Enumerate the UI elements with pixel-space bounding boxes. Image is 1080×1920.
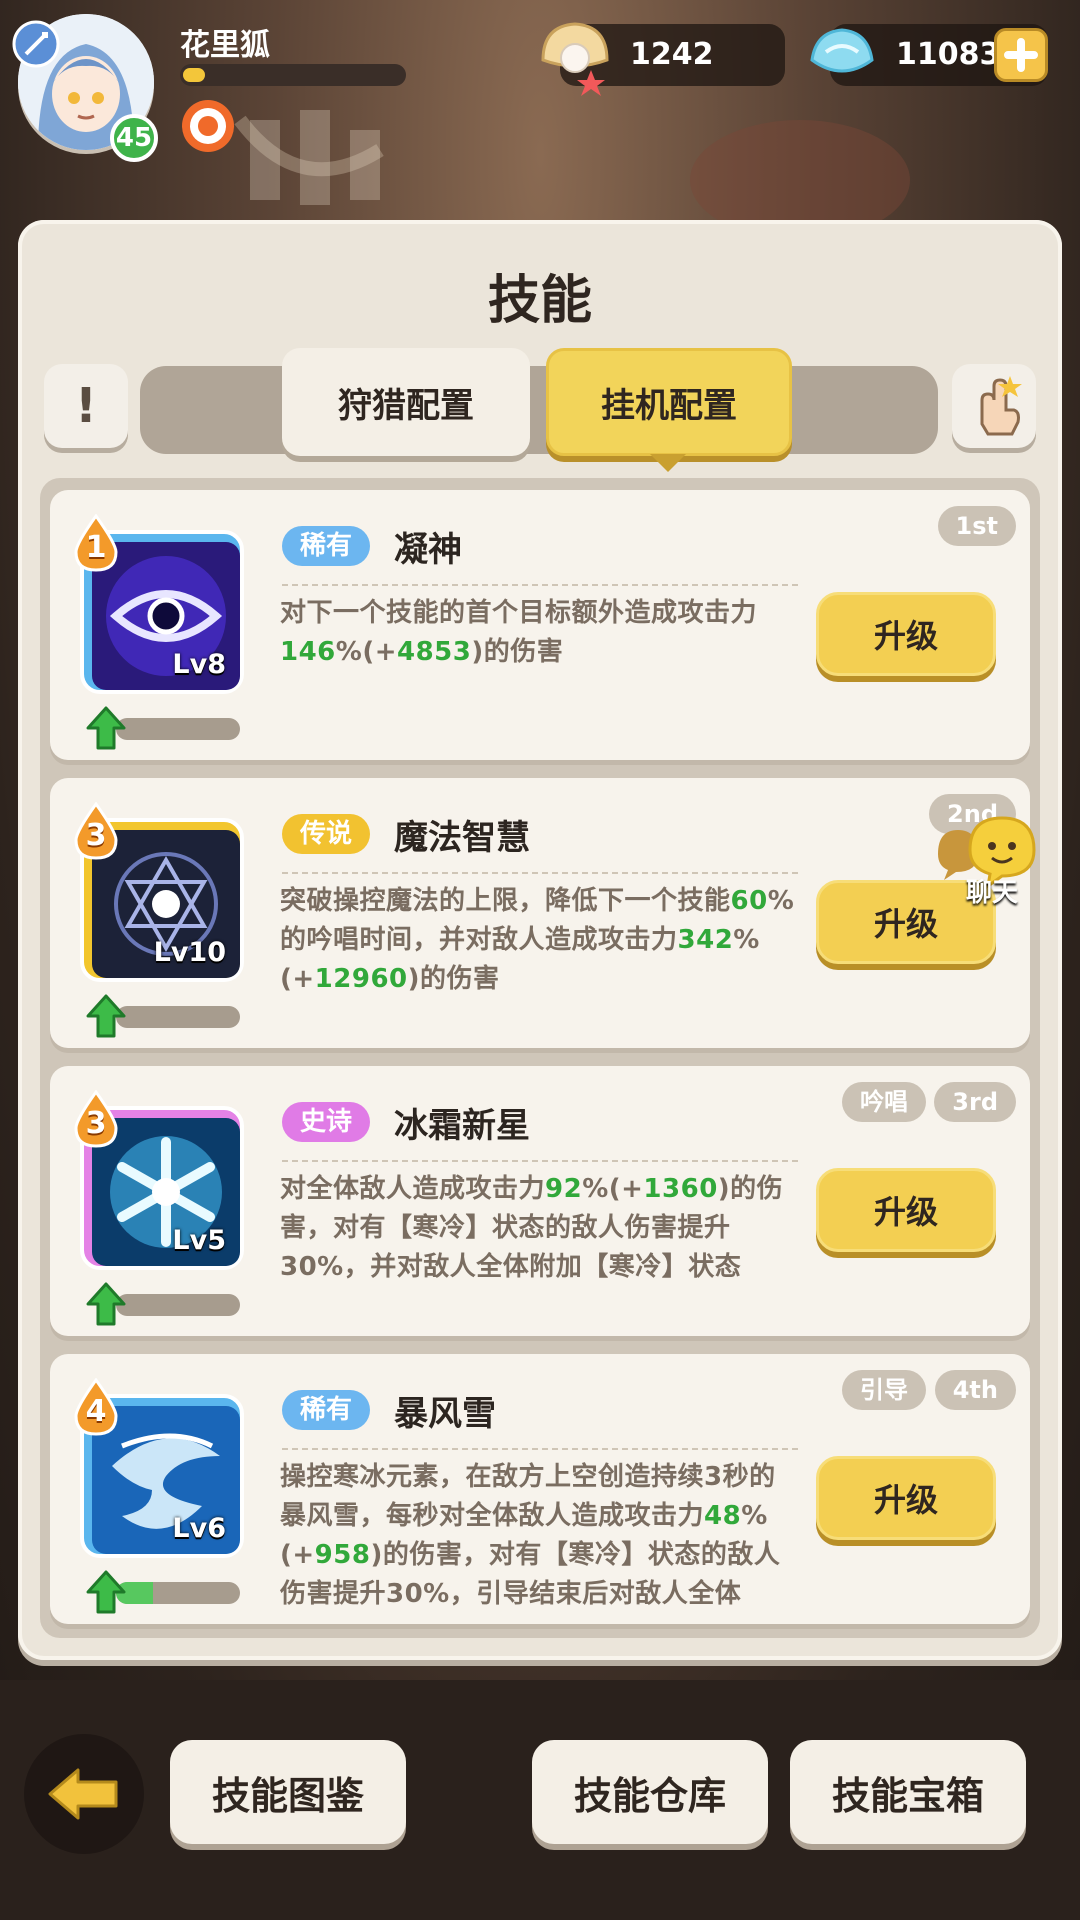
skill-type-badge: 吟唱 (842, 1082, 926, 1122)
skill-description: 对下一个技能的首个目标额外造成攻击力146%(+4853)的伤害 (280, 598, 758, 667)
back-arrow-icon (48, 1768, 118, 1820)
skill-slot-number: 1 (85, 530, 107, 565)
skill-upgrade-progress (116, 1582, 240, 1604)
upgrade-arrow-icon (86, 1570, 126, 1614)
skill-slot-badge: 4 (72, 1377, 120, 1436)
pearl-amount: 1242 (630, 37, 714, 72)
plus-icon (1004, 38, 1038, 72)
skill-slot-badge: 3 (72, 1089, 120, 1148)
skill-type-badge: 引导 (842, 1370, 926, 1410)
panel-title: 技能 (487, 271, 592, 331)
skill-upgrade-progress (116, 1006, 240, 1028)
skill-rarity-tag: 史诗 (282, 1102, 371, 1142)
exp-bar-fill (183, 68, 205, 82)
tab-track (140, 366, 938, 454)
skill-level: Lv5 (172, 1225, 226, 1256)
skill-slot-number: 3 (85, 1106, 107, 1141)
exp-bar (180, 64, 406, 86)
crystal-icon (810, 28, 874, 73)
skill-storage-button[interactable]: 技能仓库 (532, 1740, 768, 1844)
skill-description: 操控寒冰元素，在敌方上空创造持续3秒的暴风雪，每秒对全体敌人造成攻击力48%(+… (280, 1462, 781, 1609)
skill-order-badge: 3rd (934, 1082, 1016, 1122)
upgrade-button[interactable]: 升级 (816, 592, 996, 676)
skill-description: 对全体敌人造成攻击力92%(+1360)的伤害，对有【寒冷】状态的敌人伤害提升3… (280, 1174, 784, 1282)
skill-codex-button[interactable]: 技能图鉴 (170, 1740, 406, 1844)
divider (282, 1448, 798, 1450)
tap-guide-button[interactable] (952, 364, 1036, 448)
skill-description: 突破操控魔法的上限，降低下一个技能60%的吟唱时间，并对敌人造成攻击力342%(… (280, 886, 795, 994)
skill-card[interactable]: Lv5 3 史诗 冰霜新星对全体敌人造成攻击力92%(+1360)的伤害，对有【寒冷】… (50, 1066, 1030, 1336)
skill-order-badge: 1st (937, 506, 1016, 546)
skill-card[interactable]: Lv6 4 稀有 暴风雪操控寒冰元素，在敌方上空创造持续3秒的暴风雪，每秒对全体敌人造… (50, 1354, 1030, 1624)
crystal-amount: 11083 (896, 37, 1001, 72)
upgrade-arrow-icon (86, 994, 126, 1038)
skill-list[interactable]: Lv8 1 稀有 凝神 对下一个技能的首个目标额外造成攻击力146%(+4853)的伤害… (40, 478, 1040, 1638)
add-currency-button[interactable] (994, 28, 1048, 82)
info-button[interactable]: ! (44, 364, 128, 448)
skill-slot-number: 4 (85, 1394, 107, 1429)
divider (282, 1160, 798, 1162)
pointing-hand-icon (980, 376, 1022, 436)
pearl-shell-icon (541, 22, 609, 96)
skill-upgrade-progress (116, 1294, 240, 1316)
skill-card[interactable]: Lv10 3 传说 魔法智慧突破操控魔法的上限，降低下一个技能60%的吟唱时间，并对敌… (50, 778, 1030, 1048)
skill-card[interactable]: Lv8 1 稀有 凝神对下一个技能的首个目标额外造成攻击力146%(+4853)的伤害… (50, 490, 1030, 760)
upgrade-button[interactable]: 升级 (816, 1456, 996, 1540)
exclamation-icon: ! (75, 378, 97, 434)
skill-level: Lv8 (172, 649, 226, 680)
player-level-badge: 45 (110, 114, 158, 162)
skill-name: 魔法智慧 (394, 818, 530, 858)
tab-hunt-config[interactable]: 狩猎配置 (282, 348, 530, 456)
skill-slot-badge: 1 (72, 513, 120, 572)
upgrade-arrow-icon (86, 706, 126, 750)
skill-level: Lv6 (172, 1513, 226, 1544)
skill-level: Lv10 (153, 937, 226, 968)
player-name: 花里狐 (180, 28, 270, 63)
guild-emblem-icon[interactable] (180, 98, 236, 154)
chat-label: 聊天 (965, 878, 1018, 908)
skill-slot-number: 3 (85, 818, 107, 853)
tab-idle-config[interactable]: 挂机配置 (546, 348, 792, 456)
skill-name: 凝神 (394, 530, 462, 570)
divider (282, 584, 798, 586)
skill-chest-button[interactable]: 技能宝箱 (790, 1740, 1026, 1844)
skill-upgrade-progress (116, 718, 240, 740)
skill-slot-badge: 3 (72, 801, 120, 860)
back-button[interactable] (24, 1734, 144, 1854)
upgrade-button[interactable]: 升级 (816, 1168, 996, 1252)
skill-name: 冰霜新星 (394, 1106, 530, 1146)
divider (282, 872, 798, 874)
tab-selected-pointer (650, 454, 686, 472)
skill-rarity-tag: 传说 (282, 814, 371, 854)
upgrade-arrow-icon (86, 1282, 126, 1326)
sword-icon (12, 20, 60, 68)
skill-rarity-tag: 稀有 (282, 1390, 371, 1430)
skill-name: 暴风雪 (394, 1394, 496, 1434)
skill-rarity-tag: 稀有 (282, 526, 371, 566)
skill-order-badge: 4th (934, 1370, 1016, 1410)
